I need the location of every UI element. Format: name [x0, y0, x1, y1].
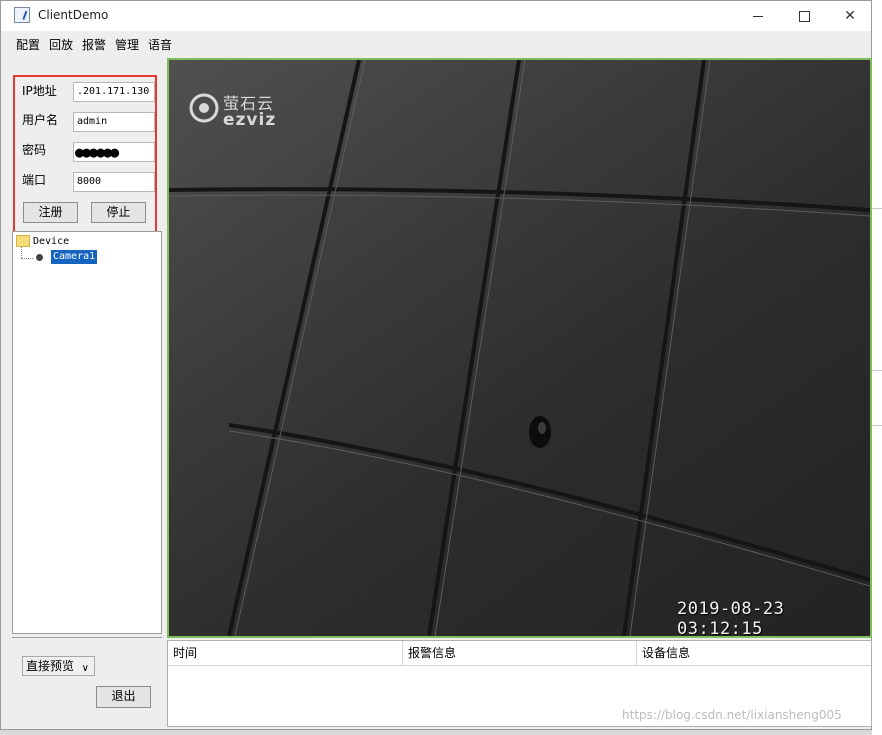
preview-mode-value: 直接预览 — [26, 659, 75, 673]
column-alarm-info[interactable]: 报警信息 — [403, 641, 637, 666]
menu-voice[interactable]: 语音 — [148, 36, 172, 53]
maximize-button[interactable] — [781, 1, 827, 31]
menu-playback[interactable]: 回放 — [49, 36, 73, 53]
minimize-button[interactable] — [735, 1, 781, 31]
tree-node-camera[interactable]: Camera1 — [51, 250, 98, 264]
ip-input[interactable]: .201.171.130 — [73, 82, 155, 102]
camera-node-icon — [36, 254, 43, 261]
menu-manage[interactable]: 管理 — [115, 36, 139, 53]
stop-button[interactable]: 停止 — [91, 202, 146, 223]
username-input[interactable]: admin — [73, 112, 155, 132]
username-label: 用户名 — [22, 113, 59, 127]
login-form: IP地址 .201.171.130 用户名 admin 密码 ●●●●●● 端口… — [13, 75, 157, 233]
folder-icon — [16, 235, 30, 247]
title-bar: ClientDemo ✕ — [1, 1, 871, 31]
logo-text-english: ezviz — [223, 110, 277, 130]
preview-controls: 直接预览 ∨ 退出 — [12, 637, 162, 728]
background-window-edge — [872, 0, 882, 735]
password-input[interactable]: ●●●●●● — [73, 142, 155, 162]
ezviz-logo-icon — [189, 93, 219, 123]
column-device-info[interactable]: 设备信息 — [637, 641, 871, 666]
video-preview[interactable]: 萤石云 ezviz 2019-08-23 03:12:15 — [167, 58, 872, 638]
port-label: 端口 — [22, 173, 47, 187]
left-panel: IP地址 .201.171.130 用户名 admin 密码 ●●●●●● 端口… — [11, 59, 163, 727]
minimize-icon — [753, 15, 763, 17]
tree-connector-horizontal — [21, 258, 33, 259]
ip-label: IP地址 — [22, 84, 57, 98]
device-tree: Device Camera1 — [12, 231, 162, 634]
exit-button[interactable]: 退出 — [96, 686, 151, 708]
port-input[interactable]: 8000 — [73, 172, 155, 192]
register-button[interactable]: 注册 — [23, 202, 78, 223]
close-button[interactable]: ✕ — [827, 1, 873, 31]
ceiling-grid-lines — [169, 60, 870, 636]
menu-alarm[interactable]: 报警 — [82, 36, 106, 53]
column-time[interactable]: 时间 — [168, 641, 403, 666]
client-demo-window: ClientDemo ✕ 配置 回放 报警 管理 语音 IP地址 .201.17… — [0, 0, 872, 730]
tree-node-device[interactable]: Device — [33, 236, 69, 247]
menu-config[interactable]: 配置 — [16, 36, 40, 53]
menu-bar: 配置 回放 报警 管理 语音 — [1, 31, 871, 55]
video-timestamp: 2019-08-23 03:12:15 — [677, 599, 785, 638]
app-icon — [14, 7, 30, 23]
close-icon: ✕ — [844, 8, 856, 24]
window-title: ClientDemo — [38, 8, 109, 22]
password-label: 密码 — [22, 143, 47, 157]
tree-connector — [21, 247, 23, 258]
chevron-down-icon: ∨ — [81, 663, 89, 674]
camera-feed: 萤石云 ezviz 2019-08-23 03:12:15 — [169, 60, 870, 636]
watermark: https://blog.csdn.net/lixiansheng005 — [622, 708, 842, 722]
preview-mode-select[interactable]: 直接预览 ∨ — [22, 656, 95, 676]
maximize-icon — [798, 10, 810, 22]
